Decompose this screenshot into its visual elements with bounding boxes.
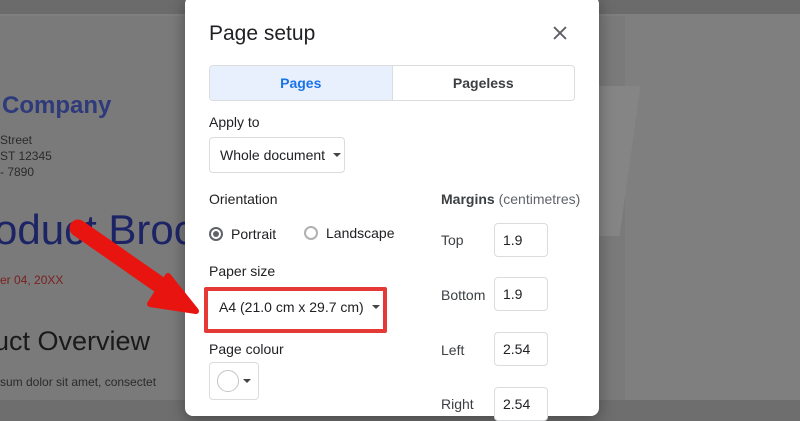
margin-bottom-label: Bottom	[441, 287, 486, 303]
close-icon	[553, 26, 567, 40]
radio-landscape[interactable]: Landscape	[304, 225, 395, 241]
margin-bottom-input[interactable]: 1.9	[494, 277, 548, 311]
apply-to-label: Apply to	[209, 114, 260, 130]
margins-label: Margins (centimetres)	[441, 191, 580, 207]
tab-pageless[interactable]: Pageless	[392, 66, 574, 100]
chevron-down-icon	[243, 379, 251, 383]
radio-portrait-label: Portrait	[231, 226, 277, 242]
apply-to-dropdown[interactable]: Whole document	[209, 137, 345, 173]
doc-address-line: Street	[0, 133, 33, 147]
dialog-title: Page setup	[209, 22, 316, 45]
tab-pages[interactable]: Pages	[210, 66, 393, 100]
margin-left-input[interactable]: 2.54	[494, 332, 548, 366]
margin-left-label: Left	[441, 342, 465, 358]
doc-heading: oduct Broc	[0, 206, 195, 253]
margins-title: Margins	[441, 191, 495, 207]
doc-address-line: - 7890	[0, 165, 35, 179]
page-colour-label: Page colour	[209, 341, 284, 357]
orientation-label: Orientation	[209, 191, 278, 207]
close-button[interactable]	[547, 20, 573, 46]
doc-company-name: Company	[2, 92, 112, 119]
paper-size-label: Paper size	[209, 263, 276, 279]
radio-selected-icon	[209, 227, 223, 241]
radio-portrait[interactable]: Portrait	[209, 226, 276, 242]
margin-right-label: Right	[441, 396, 474, 412]
doc-section-heading: uct Overview	[0, 326, 151, 356]
page-setup-dialog: Page setup Pages Pageless Apply to Whole…	[185, 0, 599, 421]
margins-unit: (centimetres)	[498, 191, 581, 207]
doc-address-line: ST 12345	[0, 149, 52, 163]
radio-landscape-label: Landscape	[326, 225, 395, 241]
margin-right-input[interactable]: 2.54	[494, 387, 548, 421]
doc-date: er 04, 20XX	[0, 273, 64, 287]
paper-size-highlight	[204, 287, 387, 333]
margin-top-label: Top	[441, 232, 464, 248]
chevron-down-icon	[333, 153, 342, 157]
page-colour-picker[interactable]	[209, 362, 259, 400]
page-mode-toggle: Pages Pageless	[209, 65, 575, 101]
colour-swatch	[217, 370, 239, 392]
apply-to-value: Whole document	[220, 147, 326, 163]
doc-body-text: sum dolor sit amet, consectet	[0, 375, 157, 389]
radio-unselected-icon	[304, 226, 318, 240]
margin-top-input[interactable]: 1.9	[494, 223, 548, 257]
